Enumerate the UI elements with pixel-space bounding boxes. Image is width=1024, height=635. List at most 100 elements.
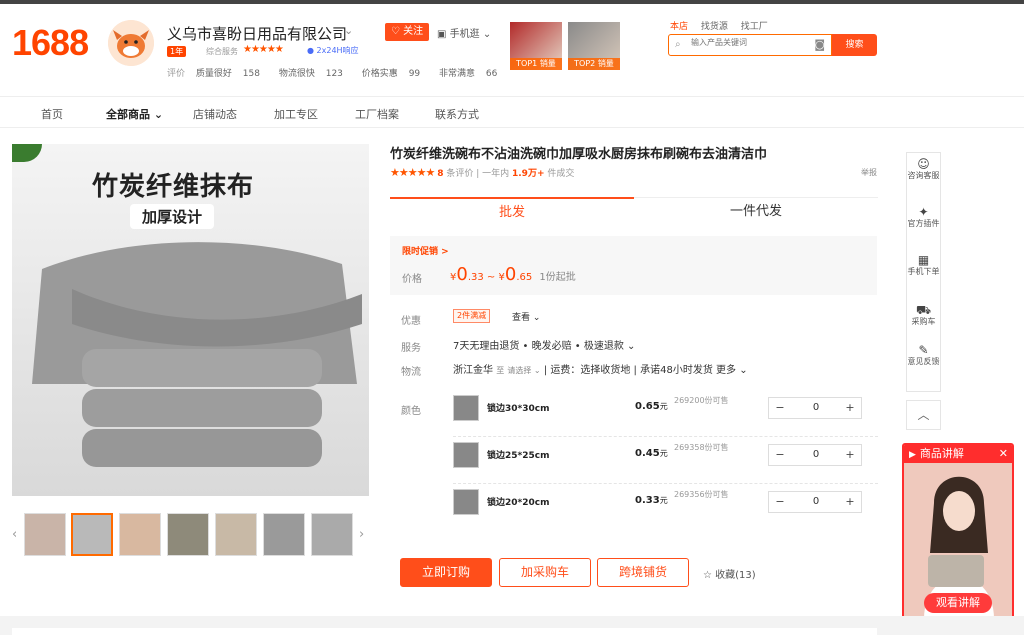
thumbnail[interactable] xyxy=(311,513,353,556)
image-subline: 加厚设计 xyxy=(130,204,215,229)
mobile-browse[interactable]: ▣ 手机逛 ⌄ xyxy=(437,25,491,40)
nav-contact[interactable]: 联系方式 xyxy=(435,106,479,122)
favorite-button[interactable]: ☆ 收藏(13) xyxy=(703,566,756,581)
main-product-image[interactable]: 竹炭纤维抹布 加厚设计 xyxy=(12,144,369,496)
coupon-badge[interactable]: 2件满减 xyxy=(453,309,491,323)
quantity-value[interactable]: 0 xyxy=(791,398,841,418)
qr-icon: ▦ xyxy=(917,253,930,267)
nav-all-products[interactable]: 全部商品 ⌄ xyxy=(106,106,163,122)
quantity-value[interactable]: 0 xyxy=(791,445,841,465)
thumbnail[interactable] xyxy=(215,513,257,556)
color-price: 0.45元 xyxy=(635,448,668,459)
color-swatch[interactable] xyxy=(453,442,479,468)
cross-border-button[interactable]: 跨境铺货 xyxy=(597,558,689,587)
side-mobile-order[interactable]: ▦ 手机下单 xyxy=(907,253,940,277)
nav-news[interactable]: 店铺动态 xyxy=(193,106,237,122)
top2-product[interactable]: TOP2 销量 xyxy=(568,22,620,70)
thumbnail[interactable] xyxy=(71,513,113,556)
chevron-left-icon[interactable]: ‹ xyxy=(12,527,17,542)
plugin-icon: ✦ xyxy=(918,205,929,219)
top1-label: TOP1 销量 xyxy=(510,58,562,70)
side-cart[interactable]: ⛟ 采购车 xyxy=(907,303,940,327)
follow-button[interactable]: ♡ 关注 xyxy=(385,23,430,41)
service-guarantees[interactable]: 7天无理由退货 • 晚发必赔 • 极速退款 ⌄ xyxy=(453,337,635,352)
add-to-cart-button[interactable]: 加采购车 xyxy=(499,558,591,587)
shop-avatar[interactable] xyxy=(108,20,154,66)
thumbnail-strip: ‹ › xyxy=(12,513,369,558)
camera-icon[interactable]: ◙ xyxy=(814,38,825,51)
color-stock: 269358份可售 xyxy=(674,443,729,452)
moq: 1份起批 xyxy=(539,272,576,283)
response-badge: ● 2x24H响应 xyxy=(307,46,359,55)
logistics-label: 物流 xyxy=(401,367,421,378)
thumbnail[interactable] xyxy=(167,513,209,556)
quantity-value[interactable]: 0 xyxy=(791,492,841,512)
shop-name[interactable]: 义乌市喜盼日用品有限公司 xyxy=(167,23,347,44)
shop-metrics: 评价 质量很好 158 物流很快 123 价格实惠 99 非常满意 66 xyxy=(167,66,513,79)
nav-home[interactable]: 首页 xyxy=(41,106,63,122)
color-swatch[interactable] xyxy=(453,395,479,421)
follow-label: 关注 xyxy=(403,26,424,37)
report-link[interactable]: 举报 xyxy=(861,167,877,178)
color-option: 锁边25*25cm 0.45元 269358份可售 − 0 + xyxy=(453,440,878,484)
thumbnail-video[interactable] xyxy=(24,513,66,556)
buy-now-button[interactable]: 立即订购 xyxy=(400,558,492,587)
chevron-right-icon[interactable]: › xyxy=(359,527,364,542)
site-logo[interactable]: 1688 xyxy=(12,22,89,64)
mobile-label: 手机逛 xyxy=(449,29,480,40)
price-box: 限时促销 > 价格 ¥0.33 ~ ¥0.65 1份起批 xyxy=(390,236,877,295)
sold-count: 1.9万+ xyxy=(512,169,545,179)
shop-nav: 首页 全部商品 ⌄ 店铺动态 加工专区 工厂档案 联系方式 xyxy=(0,96,1024,128)
plus-button[interactable]: + xyxy=(839,445,861,465)
color-option: 锁边30*30cm 0.65元 269200份可售 − 0 + xyxy=(453,393,878,437)
towel-illustration xyxy=(32,242,362,467)
minus-button[interactable]: − xyxy=(769,398,791,418)
live-explain-widget[interactable]: ▶ 商品讲解 ✕ 观看讲解 xyxy=(902,443,1014,621)
color-price: 0.33元 xyxy=(635,495,668,506)
rating-stars: ★★★★★ xyxy=(390,166,435,179)
search-tab-source[interactable]: 找货源 xyxy=(701,22,728,32)
side-plugin[interactable]: ✦ 官方插件 xyxy=(907,205,940,229)
coupon-view-more[interactable]: 查看 ⌄ xyxy=(512,310,540,323)
thumbnail[interactable] xyxy=(119,513,161,556)
shipping-fee[interactable]: 运费：选择收货地 xyxy=(550,365,630,376)
promo-label[interactable]: 限时促销 > xyxy=(402,244,449,257)
metric-price: 价格实惠 99 xyxy=(361,69,421,79)
search-button[interactable]: 搜索 xyxy=(832,34,877,56)
plus-button[interactable]: + xyxy=(839,398,861,418)
minus-button[interactable]: − xyxy=(769,445,791,465)
shop-stars: ★★★★★ xyxy=(243,44,284,55)
tab-dropship[interactable]: 一件代发 xyxy=(634,197,878,227)
close-icon[interactable]: ✕ xyxy=(999,445,1008,463)
search-box: ⌕ ◙ xyxy=(668,34,832,56)
search-input[interactable] xyxy=(691,38,811,47)
more-logistics[interactable]: 更多 ⌄ xyxy=(716,365,748,376)
service-row-label: 服务 xyxy=(401,343,421,354)
color-swatch[interactable] xyxy=(453,489,479,515)
side-feedback[interactable]: ✎ 意见反馈 xyxy=(907,343,940,367)
search-tab-factory[interactable]: 找工厂 xyxy=(741,22,768,32)
search-tab-shop[interactable]: 本店 xyxy=(670,22,688,32)
sold-prefix: 一年内 xyxy=(482,169,510,179)
nav-factory[interactable]: 工厂档案 xyxy=(355,106,399,122)
quantity-stepper: − 0 + xyxy=(768,444,862,466)
origin: 浙江金华 xyxy=(453,365,493,376)
reviews-count[interactable]: 8 xyxy=(437,169,443,179)
price-range: ¥0.33 ~ ¥0.65 1份起批 xyxy=(450,264,576,285)
nav-processing[interactable]: 加工专区 xyxy=(274,106,318,122)
watch-explain-button[interactable]: 观看讲解 xyxy=(924,593,992,613)
back-to-top-button[interactable]: ︿ xyxy=(906,400,941,430)
destination-select[interactable]: 请选择 ⌄ xyxy=(507,366,540,375)
plus-button[interactable]: + xyxy=(839,492,861,512)
metric-quality: 质量很好 158 xyxy=(195,69,260,79)
top1-product[interactable]: TOP1 销量 xyxy=(510,22,562,70)
thumbnail[interactable] xyxy=(263,513,305,556)
tab-wholesale[interactable]: 批发 xyxy=(390,197,634,227)
color-name: 锁边30*30cm xyxy=(487,404,550,414)
chevron-down-icon[interactable]: ⌄ xyxy=(344,24,353,37)
sold-suffix: 件成交 xyxy=(547,169,575,179)
product-title: 竹炭纤维洗碗布不沾油洗碗巾加厚吸水厨房抹布刷碗布去油清洁巾 xyxy=(390,147,768,162)
side-consult[interactable]: ☺ 咨询客服 xyxy=(907,157,940,181)
minus-button[interactable]: − xyxy=(769,492,791,512)
metric-label: 评价 xyxy=(167,69,186,79)
